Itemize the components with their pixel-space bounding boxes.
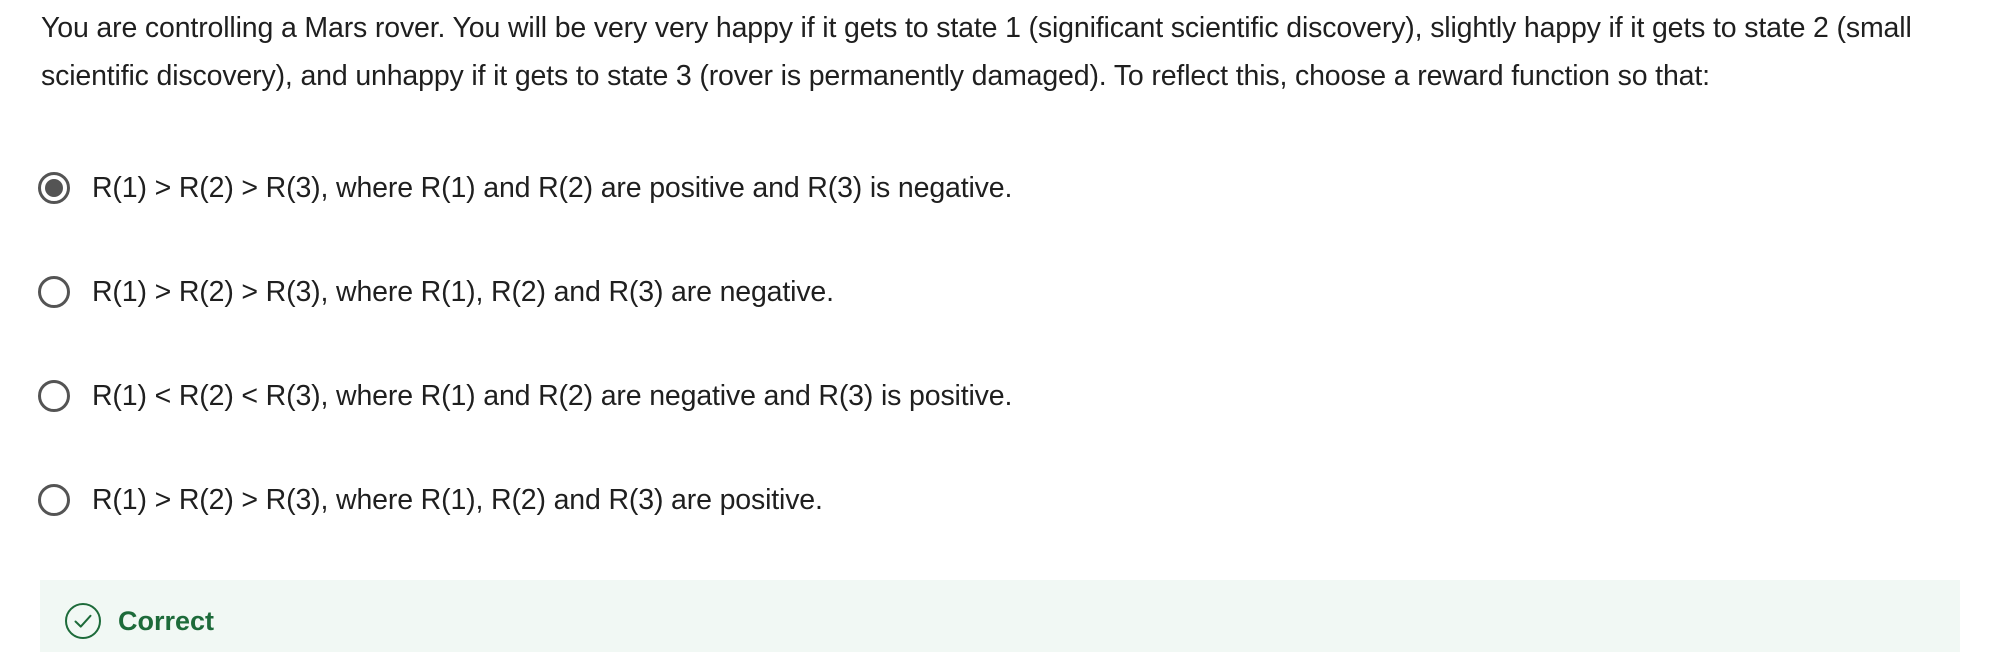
radio-button-icon[interactable]: [38, 380, 70, 412]
radio-button-icon[interactable]: [38, 484, 70, 516]
option-3[interactable]: R(1) < R(2) < R(3), where R(1) and R(2) …: [38, 368, 1012, 424]
option-1[interactable]: R(1) > R(2) > R(3), where R(1) and R(2) …: [38, 160, 1012, 216]
radio-button-icon[interactable]: [38, 276, 70, 308]
feedback-banner: Correct: [40, 580, 1960, 652]
option-label: R(1) > R(2) > R(3), where R(1), R(2) and…: [92, 484, 823, 516]
option-label: R(1) > R(2) > R(3), where R(1) and R(2) …: [92, 172, 1013, 204]
radio-button-selected-icon[interactable]: [38, 172, 70, 204]
option-2[interactable]: R(1) > R(2) > R(3), where R(1), R(2) and…: [38, 264, 834, 320]
option-label: R(1) < R(2) < R(3), where R(1) and R(2) …: [92, 380, 1013, 412]
feedback-status: Correct: [118, 605, 215, 636]
question-text: You are controlling a Mars rover. You wi…: [41, 12, 1912, 92]
option-label: R(1) > R(2) > R(3), where R(1), R(2) and…: [92, 276, 834, 308]
option-4[interactable]: R(1) > R(2) > R(3), where R(1), R(2) and…: [38, 472, 823, 528]
check-circle-icon: [65, 603, 101, 639]
